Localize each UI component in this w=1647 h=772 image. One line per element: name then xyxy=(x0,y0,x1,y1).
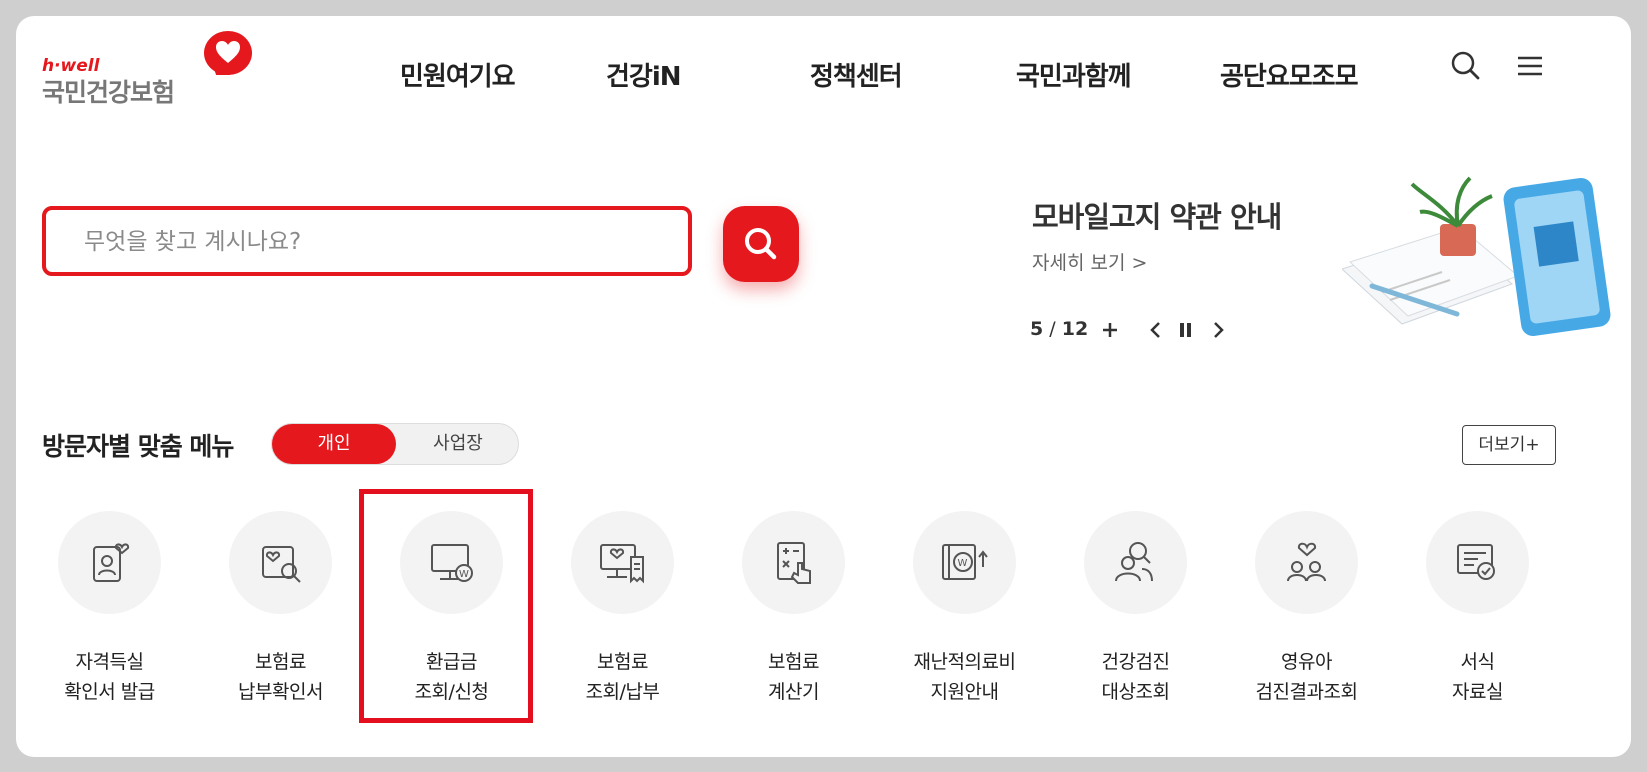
page-card: h·well 국민건강보험 민원여기요 건강iN 정책센터 국민과함께 공단요모… xyxy=(16,16,1631,757)
banner-illustration xyxy=(1341,174,1631,344)
menu-item-line1: 보험료 xyxy=(255,651,306,673)
toggle-business[interactable]: 사업장 xyxy=(396,424,520,464)
menu-item-line2: 계산기 xyxy=(768,681,819,703)
svg-text:W: W xyxy=(958,558,968,569)
calculator-hand-icon xyxy=(742,511,845,614)
banner-pager: 5 / 12 xyxy=(1030,318,1088,340)
menu-item-line1: 자격득실 xyxy=(75,651,144,673)
monitor-won-icon: W xyxy=(400,511,503,614)
menu-item-line2: 자료실 xyxy=(1452,681,1503,703)
menu-item-line1: 영유아 xyxy=(1281,651,1332,673)
search-box xyxy=(42,206,692,276)
menu-item-line1: 건강검진 xyxy=(1101,651,1170,673)
menu-item-line1: 재난적의료비 xyxy=(913,651,1016,673)
chevron-left-icon[interactable] xyxy=(1142,316,1170,344)
pager-current: 5 xyxy=(1030,318,1044,340)
document-search-icon xyxy=(229,511,332,614)
menu-item-line1: 보험료 xyxy=(768,651,819,673)
pause-icon[interactable] xyxy=(1172,316,1200,344)
search-button[interactable] xyxy=(723,206,799,282)
people-search-icon xyxy=(1084,511,1187,614)
more-button[interactable]: 더보기+ xyxy=(1462,425,1556,465)
nav-item-people[interactable]: 국민과함께 xyxy=(1016,56,1132,93)
menu-item-line2: 검진결과조회 xyxy=(1255,681,1358,703)
menu-item-line2: 조회/납부 xyxy=(585,681,660,703)
svg-text:W: W xyxy=(459,569,469,580)
logo-name-text: 국민건강보험 xyxy=(42,78,175,107)
banner-more-link[interactable]: 자세히 보기 > xyxy=(1032,248,1147,275)
toggle-personal[interactable]: 개인 xyxy=(272,424,396,464)
search-input[interactable] xyxy=(82,210,686,274)
menu-item-line2: 조회/신청 xyxy=(414,681,489,703)
logo[interactable]: h·well 국민건강보험 xyxy=(42,26,252,107)
monitor-receipt-icon xyxy=(571,511,674,614)
menu-item-qualification[interactable]: 자격득실확인서 발급 xyxy=(24,511,195,741)
menu-item-line1: 보험료 xyxy=(597,651,648,673)
pager-total: 12 xyxy=(1061,318,1089,340)
menu-item-infant-checkup[interactable]: 영유아검진결과조회 xyxy=(1221,511,1392,741)
menu-item-line2: 납부확인서 xyxy=(238,681,323,703)
menu-item-checkup-target[interactable]: 건강검진대상조회 xyxy=(1050,511,1221,741)
book-won-icon: W xyxy=(913,511,1016,614)
logo-heart-icon xyxy=(204,31,252,75)
menu-item-line2: 확인서 발급 xyxy=(64,681,155,703)
menu-item-line2: 지원안내 xyxy=(930,681,999,703)
menu-item-premium-pay[interactable]: 보험료조회/납부 xyxy=(537,511,708,741)
menu-item-refund[interactable]: W 환급금조회/신청 xyxy=(366,511,537,741)
plus-icon[interactable] xyxy=(1096,316,1124,344)
chevron-right-icon[interactable] xyxy=(1204,316,1232,344)
family-heart-icon xyxy=(1255,511,1358,614)
menu-item-line1: 서식 xyxy=(1460,651,1495,673)
nav-item-health[interactable]: 건강iN xyxy=(606,56,682,93)
document-check-icon xyxy=(1426,511,1529,614)
menu-item-calculator[interactable]: 보험료계산기 xyxy=(708,511,879,741)
section-title: 방문자별 맞춤 메뉴 xyxy=(42,432,234,461)
menu-item-line2: 대상조회 xyxy=(1101,681,1170,703)
menu-item-disaster-medical[interactable]: W 재난적의료비지원안내 xyxy=(879,511,1050,741)
nav-item-minwon[interactable]: 민원여기요 xyxy=(400,56,516,93)
menu-item-forms[interactable]: 서식자료실 xyxy=(1392,511,1563,741)
search-icon[interactable] xyxy=(1446,46,1486,86)
banner-title: 모바일고지 약관 안내 xyxy=(1032,200,1282,234)
nav-item-policy[interactable]: 정책센터 xyxy=(810,56,903,93)
nav-item-about[interactable]: 공단요모조모 xyxy=(1220,56,1359,93)
menu-icon[interactable] xyxy=(1510,46,1550,86)
visitor-type-toggle: 개인 사업장 xyxy=(271,423,519,465)
menu-item-payment-certificate[interactable]: 보험료납부확인서 xyxy=(195,511,366,741)
pager-separator: / xyxy=(1049,318,1056,340)
menu-item-line1: 환급금 xyxy=(426,651,477,673)
person-card-icon xyxy=(58,511,161,614)
search-icon xyxy=(745,228,777,260)
